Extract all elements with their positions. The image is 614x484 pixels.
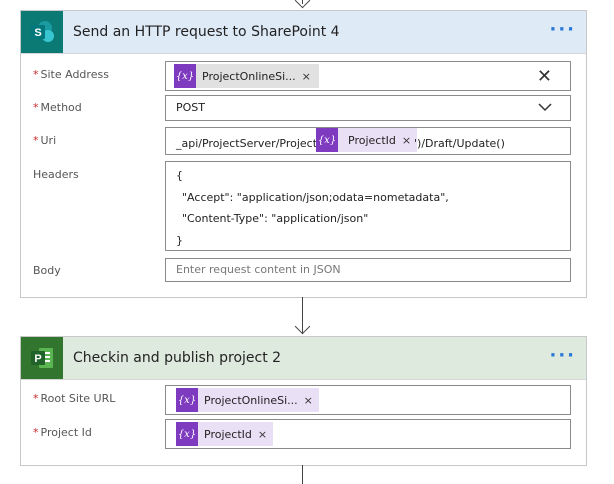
more-options-button[interactable]: ···	[549, 11, 576, 53]
root-site-token[interactable]: {x} ProjectOnlineSi... ×	[176, 388, 319, 412]
token-label: ProjectOnlineSi...	[204, 393, 298, 407]
body-placeholder: Enter request content in JSON	[176, 263, 341, 276]
body-label: Body	[33, 264, 61, 277]
uri-label: * Uri	[33, 134, 57, 147]
uri-prefix: _api/ProjectServer/Projects('	[176, 137, 331, 150]
card-header[interactable]: S Send an HTTP request to SharePoint 4 ·…	[21, 11, 586, 54]
site-address-row: * Site Address {x} ProjectOnlineSi... × ✕	[21, 61, 586, 91]
sharepoint-http-card: S Send an HTTP request to SharePoint 4 ·…	[20, 10, 587, 298]
project-id-label: * Project Id	[33, 426, 92, 439]
method-label: * Method	[33, 101, 82, 114]
svg-text:P: P	[34, 353, 41, 365]
remove-token-button[interactable]: ×	[304, 394, 319, 407]
project-id-field[interactable]: {x} ProjectId ×	[165, 419, 571, 449]
connector-top-arrow	[294, 0, 311, 9]
token-label: ProjectId	[348, 133, 396, 147]
more-options-button[interactable]: ···	[549, 337, 576, 379]
body-row: Body Enter request content in JSON	[21, 258, 586, 282]
method-value: POST	[176, 101, 205, 114]
token-label: ProjectId	[204, 427, 252, 441]
project-checkin-card: P Checkin and publish project 2 ··· * Roo…	[20, 336, 587, 466]
headers-line: {	[176, 169, 183, 182]
body-input[interactable]: Enter request content in JSON	[165, 258, 571, 282]
site-address-field[interactable]: {x} ProjectOnlineSi... × ✕	[165, 61, 571, 91]
uri-row: * Uri _api/ProjectServer/Projects(' {x} P…	[21, 127, 586, 155]
project-icon: P	[21, 337, 63, 379]
variable-icon: {x}	[176, 422, 198, 446]
site-address-token[interactable]: {x} ProjectOnlineSi... ×	[174, 64, 319, 88]
uri-suffix: ')/Draft/Update()	[414, 137, 505, 150]
root-site-url-row: * Root Site URL {x} ProjectOnlineSi... ×	[21, 385, 586, 415]
remove-token-button[interactable]: ×	[258, 428, 273, 441]
project-id-row: * Project Id {x} ProjectId ×	[21, 419, 586, 449]
uri-field[interactable]: _api/ProjectServer/Projects(' {x} Projec…	[165, 127, 571, 155]
token-label: ProjectOnlineSi...	[202, 69, 296, 83]
chevron-down-icon[interactable]	[538, 102, 552, 112]
uri-project-id-token[interactable]: {x} ProjectId ×	[316, 128, 418, 152]
root-site-url-field[interactable]: {x} ProjectOnlineSi... ×	[165, 385, 571, 415]
site-address-label: * Site Address	[33, 68, 109, 81]
headers-field[interactable]: { "Accept": "application/json;odata=nome…	[165, 161, 571, 251]
headers-line: }	[176, 234, 183, 247]
headers-line: "Accept": "application/json;odata=nometa…	[182, 191, 449, 204]
remove-token-button[interactable]: ×	[302, 70, 317, 83]
card-title: Checkin and publish project 2	[73, 350, 282, 366]
project-id-token[interactable]: {x} ProjectId ×	[176, 422, 274, 446]
variable-icon: {x}	[316, 128, 338, 152]
headers-label: Headers	[33, 168, 79, 181]
variable-icon: {x}	[174, 64, 196, 88]
variable-icon: {x}	[176, 388, 198, 412]
headers-line: "Content-Type": "application/json"	[182, 212, 369, 225]
method-row: * Method POST	[21, 95, 586, 121]
card-title: Send an HTTP request to SharePoint 4	[73, 24, 340, 40]
sharepoint-icon: S	[21, 11, 63, 53]
connector-middle-arrow	[294, 318, 311, 335]
card-header[interactable]: P Checkin and publish project 2 ···	[21, 337, 586, 380]
headers-row: Headers { "Accept": "application/json;od…	[21, 161, 586, 253]
connector-bottom	[302, 465, 303, 484]
svg-text:S: S	[34, 27, 41, 39]
clear-icon[interactable]: ✕	[537, 66, 552, 87]
root-site-url-label: * Root Site URL	[33, 392, 116, 405]
method-select[interactable]: POST	[165, 95, 571, 121]
